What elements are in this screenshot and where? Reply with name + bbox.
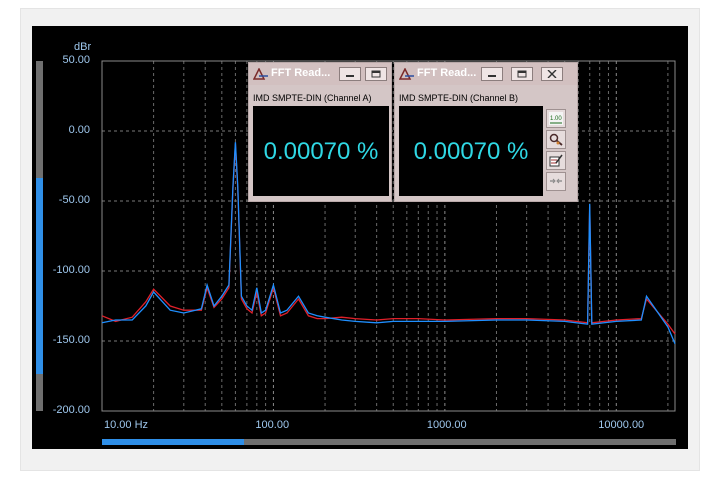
x-tick-label: 10000.00 <box>598 419 645 431</box>
fft-readout-window-b[interactable]: FFT Read... IMD SMPTE-DIN (Channel B) 0.… <box>394 62 578 202</box>
maximize-icon <box>371 70 381 78</box>
maximize-button[interactable] <box>511 67 533 81</box>
y-tick-label: -100.00 <box>52 264 90 276</box>
stats-icon-label: 1.00 <box>550 116 562 122</box>
settings-button[interactable] <box>546 130 566 149</box>
title-bar[interactable]: FFT Read... <box>395 63 577 85</box>
link-icon <box>550 178 562 184</box>
y-tick-label: 0.00 <box>68 124 90 136</box>
readout-display: 0.00070 % <box>253 106 389 196</box>
close-icon <box>547 70 557 78</box>
fft-app-icon <box>253 68 268 80</box>
readout-display: 0.00070 % <box>399 106 543 196</box>
measurement-label: IMD SMPTE-DIN (Channel B) <box>399 93 519 103</box>
title-bar[interactable]: FFT Read... <box>249 63 391 85</box>
y-tick-label: -150.00 <box>52 334 90 346</box>
window-title: FFT Read... <box>417 67 477 79</box>
x-axis-scroll-thumb[interactable] <box>102 439 244 445</box>
y-axis-unit: dBr <box>74 41 92 53</box>
minimize-icon <box>488 75 496 77</box>
link-button[interactable] <box>546 172 566 191</box>
stats-icon: 1.00 <box>549 112 563 125</box>
minimize-icon <box>346 75 354 77</box>
edit-icon <box>549 154 563 167</box>
x-tick-label: 100.00 <box>255 419 290 431</box>
y-tick-label: -50.00 <box>58 194 90 206</box>
readout-value: 0.00070 % <box>413 138 529 165</box>
x-tick-label: 1000.00 <box>426 419 467 431</box>
y-tick-label: 50.00 <box>62 54 90 66</box>
fft-app-icon <box>399 68 414 80</box>
minimize-button[interactable] <box>339 67 361 81</box>
window-title: FFT Read... <box>271 67 331 79</box>
maximize-icon <box>517 70 527 78</box>
maximize-button[interactable] <box>365 67 387 81</box>
x-tick-label: 10.00 Hz <box>104 419 149 431</box>
minimize-button[interactable] <box>481 67 503 81</box>
edit-button[interactable] <box>546 151 566 170</box>
stats-button[interactable]: 1.00 <box>546 109 566 128</box>
readout-value: 0.00070 % <box>263 138 379 165</box>
close-button[interactable] <box>541 67 563 81</box>
settings-icon <box>549 133 563 146</box>
measurement-label: IMD SMPTE-DIN (Channel A) <box>253 93 372 103</box>
fft-readout-window-a[interactable]: FFT Read... IMD SMPTE-DIN (Channel A) 0.… <box>248 62 392 202</box>
y-tick-label: -200.00 <box>52 404 90 416</box>
